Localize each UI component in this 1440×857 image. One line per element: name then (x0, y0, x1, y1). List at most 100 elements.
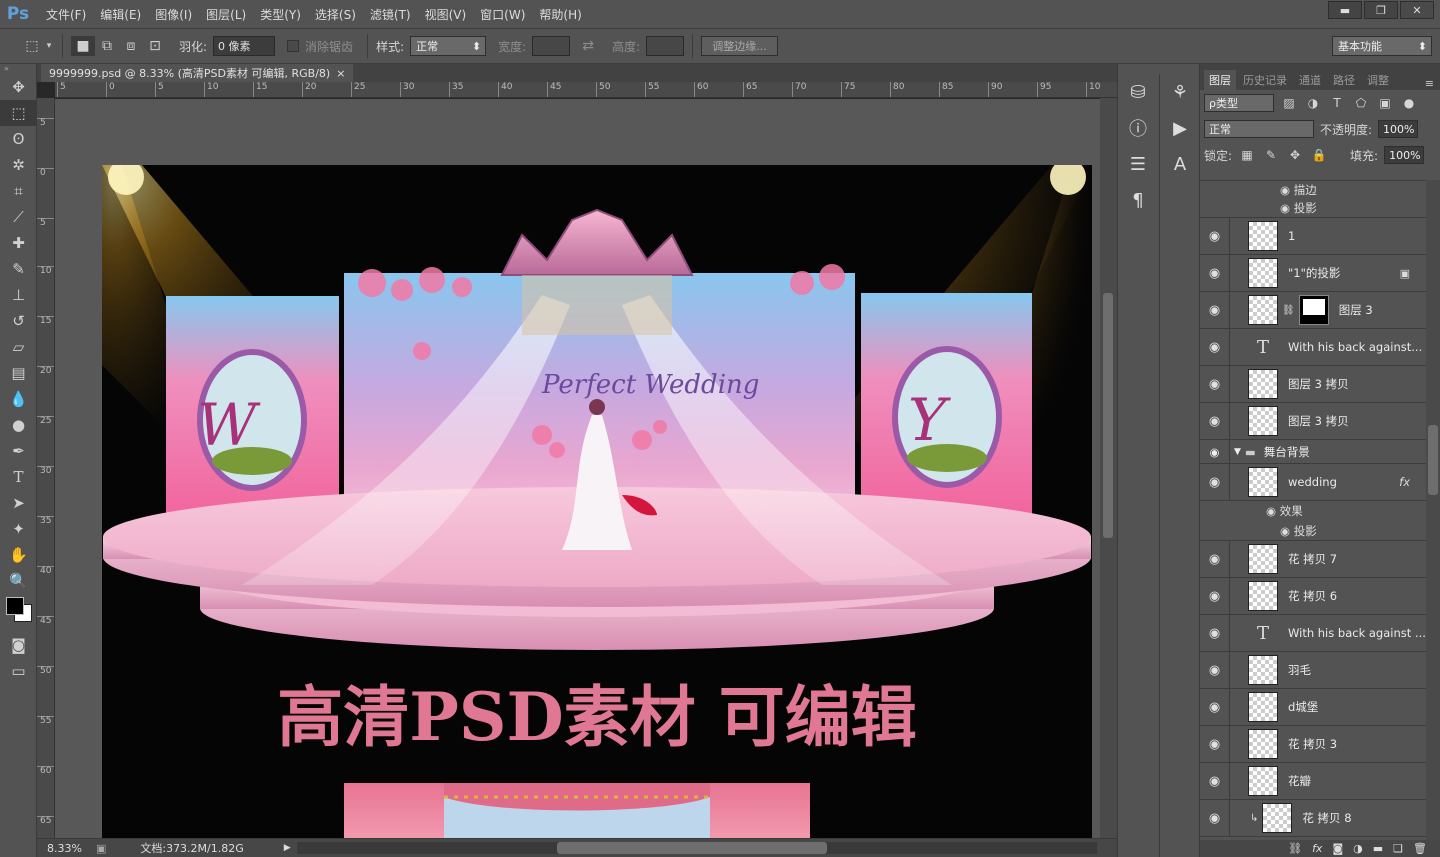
eye-icon[interactable]: ◉ (1200, 366, 1230, 402)
restore-button[interactable]: ❐ (1364, 1, 1398, 19)
delete-layer-icon[interactable]: 🗑 (1413, 842, 1427, 855)
adjustment-filter-icon[interactable]: ◑ (1304, 94, 1322, 112)
vertical-scrollbar[interactable] (1100, 98, 1117, 838)
add-mask-icon[interactable]: ◙ (1332, 842, 1343, 855)
gradient-tool-icon[interactable]: ▤ (0, 360, 37, 386)
shape-tool-icon[interactable]: ✦ (0, 516, 37, 542)
lock-pixels-icon[interactable]: ✎ (1262, 146, 1280, 164)
add-to-selection-icon[interactable]: ⧉ (95, 36, 119, 56)
fx-icon[interactable]: fx (1399, 475, 1410, 489)
type-filter-icon[interactable]: T (1328, 94, 1346, 112)
foreground-color-swatch[interactable] (6, 597, 24, 615)
tab-history[interactable]: 历史记录 (1238, 70, 1292, 90)
layer-row[interactable]: ◉ "1"的投影 ▣ (1200, 255, 1426, 292)
lock-all-icon[interactable]: 🔒 (1310, 146, 1328, 164)
eye-icon[interactable]: ◉ (1200, 541, 1230, 577)
brush-panel-icon[interactable]: ⚘ (1160, 74, 1200, 110)
layer-row[interactable]: ◉ wedding fx (1200, 464, 1426, 501)
collapse-icon[interactable]: » (0, 64, 36, 74)
eye-icon[interactable]: ◉ (1200, 763, 1230, 799)
eye-icon[interactable]: ◉ (1280, 201, 1290, 215)
add-style-icon[interactable]: fx (1312, 842, 1322, 855)
expand-arrow-icon[interactable]: ▼ (1234, 447, 1241, 457)
blend-mode-select[interactable]: 正常 (1204, 120, 1314, 138)
blur-tool-icon[interactable]: 💧 (0, 386, 37, 412)
eye-icon[interactable]: ◉ (1200, 329, 1230, 365)
eye-icon[interactable]: ◉ (1266, 504, 1276, 518)
type-tool-icon[interactable]: T (0, 464, 37, 490)
hand-tool-icon[interactable]: ✋ (0, 542, 37, 568)
panel-menu-icon[interactable]: ≡ (1425, 77, 1434, 90)
eye-icon[interactable]: ◉ (1200, 800, 1230, 836)
pixel-filter-icon[interactable]: ▨ (1280, 94, 1298, 112)
new-layer-icon[interactable]: ❏ (1393, 842, 1403, 855)
eye-icon[interactable]: ◉ (1200, 726, 1230, 762)
scroll-thumb[interactable] (1428, 425, 1438, 495)
eye-icon[interactable]: ◉ (1200, 652, 1230, 688)
style-select[interactable]: 正常 ⬍ (410, 36, 487, 56)
share-icon[interactable]: ▣ (96, 842, 106, 855)
pen-tool-icon[interactable]: ✒ (0, 438, 37, 464)
canvas[interactable]: W Y Perfect Wedding 高清PSD素材 可编辑 (102, 165, 1092, 838)
layer-row[interactable]: ◉ 花瓣 (1200, 763, 1426, 800)
horizontal-scrollbar[interactable] (297, 842, 1097, 854)
menu-window[interactable]: 窗口(W) (480, 6, 525, 23)
zoom-level[interactable]: 8.33% (47, 842, 82, 855)
opacity-input[interactable]: 100% (1378, 120, 1419, 138)
menu-image[interactable]: 图像(I) (155, 6, 192, 23)
menu-arrow-icon[interactable]: ▶ (284, 843, 291, 853)
tab-channels[interactable]: 通道 (1294, 70, 1326, 90)
refine-edge-button[interactable]: 调整边缘... (701, 36, 778, 56)
eye-icon[interactable]: ◉ (1200, 440, 1230, 463)
menu-filter[interactable]: 滤镜(T) (370, 6, 411, 23)
link-layers-icon[interactable]: ⛓ (1288, 842, 1302, 855)
eye-icon[interactable]: ◉ (1200, 615, 1230, 651)
new-group-icon[interactable]: ▬ (1373, 842, 1383, 855)
tab-layers[interactable]: 图层 (1204, 70, 1236, 90)
menu-help[interactable]: 帮助(H) (539, 6, 581, 23)
layer-row[interactable]: ◉ T With his back against ... (1200, 615, 1426, 652)
menu-select[interactable]: 选择(S) (315, 6, 356, 23)
layer-row[interactable]: ◉ 图层 3 拷贝 (1200, 403, 1426, 440)
crop-tool-icon[interactable]: ⌗ (0, 178, 37, 204)
move-tool-icon[interactable]: ✥ (0, 74, 37, 100)
document-tab[interactable]: 9999999.psd @ 8.33% (高清PSD素材 可编辑, RGB/8)… (41, 64, 354, 82)
layer-mask-thumbnail[interactable] (1298, 295, 1329, 325)
layer-row[interactable]: ◉ 羽毛 (1200, 652, 1426, 689)
paragraph-panel-icon[interactable]: ¶ (1118, 182, 1158, 218)
effects-row[interactable]: ◉ 效果 (1200, 501, 1426, 521)
lock-position-icon[interactable]: ✥ (1286, 146, 1304, 164)
layer-row[interactable]: ◉ 图层 3 拷贝 (1200, 366, 1426, 403)
width-input[interactable] (532, 36, 571, 56)
eye-icon[interactable]: ◉ (1200, 689, 1230, 725)
healing-brush-tool-icon[interactable]: ✚ (0, 230, 37, 256)
height-input[interactable] (646, 36, 685, 56)
eye-icon[interactable]: ◉ (1200, 292, 1230, 328)
menu-edit[interactable]: 编辑(E) (100, 6, 141, 23)
eye-icon[interactable]: ◉ (1200, 464, 1230, 500)
lock-transparent-icon[interactable]: ▦ (1238, 146, 1256, 164)
smart-object-filter-icon[interactable]: ▣ (1376, 94, 1394, 112)
tab-adjustments[interactable]: 调整 (1362, 70, 1394, 90)
eraser-tool-icon[interactable]: ▱ (0, 334, 37, 360)
eyedropper-tool-icon[interactable]: ⟋ (0, 204, 37, 230)
eye-icon[interactable]: ◉ (1200, 403, 1230, 439)
actions-panel-icon[interactable]: ▶ (1160, 110, 1200, 146)
magic-wand-tool-icon[interactable]: ✲ (0, 152, 37, 178)
new-selection-icon[interactable]: ■ (71, 36, 95, 56)
eye-icon[interactable]: ◉ (1280, 183, 1290, 197)
layer-kind-select[interactable]: ρ类型 (1204, 94, 1274, 112)
adjust-panel-icon[interactable]: ☰ (1118, 146, 1158, 182)
brush-tool-icon[interactable]: ✎ (0, 256, 37, 282)
layer-row[interactable]: ◉ ⛓ 图层 3 (1200, 292, 1426, 329)
layer-row[interactable]: ◉ 花 拷贝 6 (1200, 578, 1426, 615)
layer-row[interactable]: ◉ T With his back against... (1200, 329, 1426, 366)
workspace-select[interactable]: 基本功能 ⬍ (1332, 36, 1432, 56)
layer-row[interactable]: ◉ 花 拷贝 7 (1200, 541, 1426, 578)
eye-icon[interactable]: ◉ (1200, 578, 1230, 614)
menu-layer[interactable]: 图层(L) (206, 6, 246, 23)
close-tab-icon[interactable]: × (336, 67, 345, 80)
layer-group-row[interactable]: ◉ ▼ ▬ 舞台背景 (1200, 440, 1426, 464)
scroll-thumb[interactable] (557, 842, 827, 854)
menu-file[interactable]: 文件(F) (46, 6, 86, 23)
